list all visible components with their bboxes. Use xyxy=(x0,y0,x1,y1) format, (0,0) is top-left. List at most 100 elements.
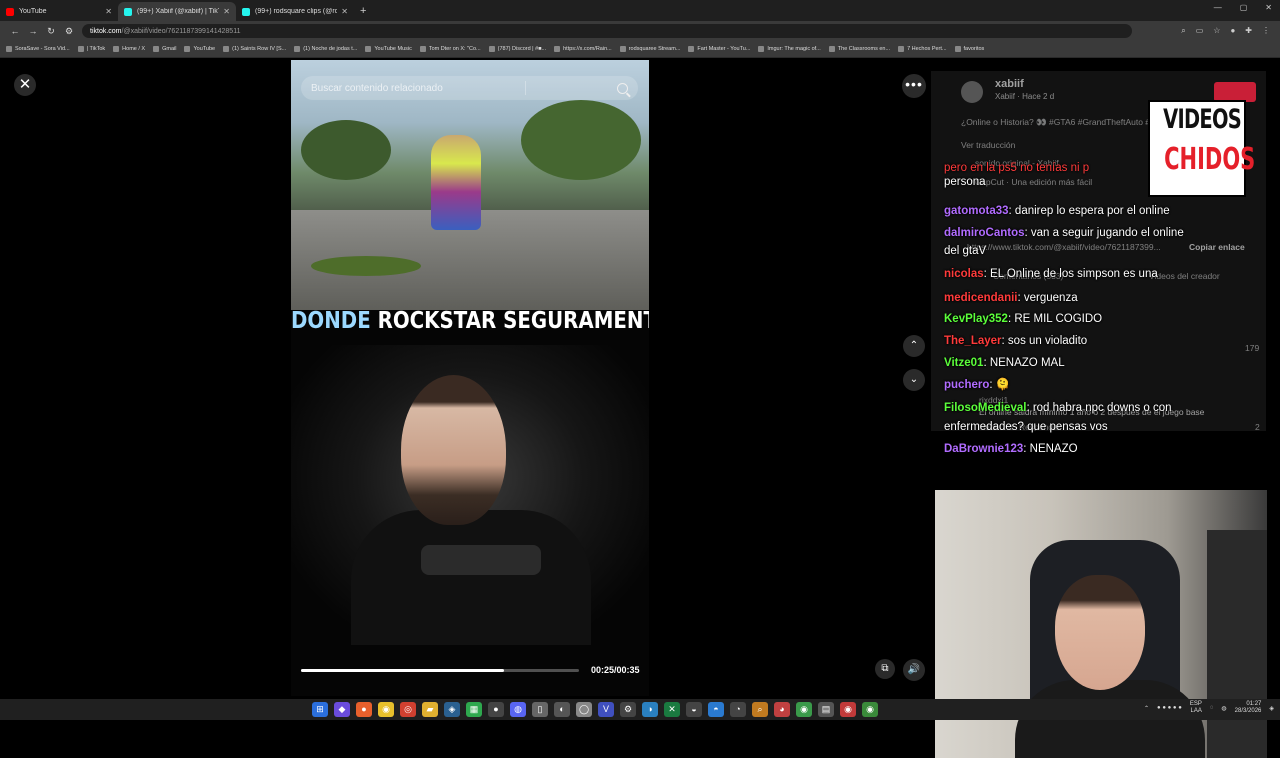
tab-title: (99+) Xabiif (@xabiif) | TikTok xyxy=(137,8,219,15)
bookmark-item[interactable]: (1) Saints Row IV [S... xyxy=(223,46,286,52)
bookmark-favicon-icon xyxy=(419,46,426,52)
firefox-icon[interactable]: ● xyxy=(356,702,372,717)
start-icon[interactable]: ⊞ xyxy=(312,702,328,717)
discord-icon[interactable]: ◍ xyxy=(510,702,526,717)
language-indicator[interactable]: ESP LAA xyxy=(1190,701,1202,715)
chat-text: persona xyxy=(944,176,986,188)
follow-button[interactable] xyxy=(1214,82,1256,102)
translate-link[interactable]: Ver traducción xyxy=(961,140,1015,150)
app-icon[interactable]: ◒ xyxy=(686,702,702,717)
extensions-puzzle-icon[interactable]: ✚ xyxy=(1245,26,1252,36)
bookmark-star-icon[interactable]: ☆ xyxy=(1213,26,1220,36)
chrome-profile-icon[interactable]: ◉ xyxy=(796,702,812,717)
bookmark-item[interactable]: (1) Noche de jodas t... xyxy=(294,46,357,52)
spreadsheet-icon[interactable]: ▦ xyxy=(466,702,482,717)
bookmark-item[interactable]: Tom Dter on X: "Co... xyxy=(419,46,481,52)
search-icon[interactable] xyxy=(616,82,628,94)
settings-icon[interactable]: ⚙ xyxy=(620,702,636,717)
bookmark-item[interactable]: Gmail xyxy=(153,46,176,52)
bookmark-item[interactable]: (787) Discord | #■... xyxy=(488,46,546,52)
chrome-icon[interactable]: ◉ xyxy=(378,702,394,717)
tab-tiktok-rodsquare[interactable]: (99+) rodsquare clips (@rodsq... ✕ xyxy=(236,2,354,21)
like-count: 179 xyxy=(1245,343,1260,353)
cast-icon[interactable]: ▭ xyxy=(1196,26,1204,36)
app-icon[interactable]: ◐ xyxy=(554,702,570,717)
file-explorer-icon[interactable]: ▰ xyxy=(422,702,438,717)
tab-tiktok-xabiif[interactable]: (99+) Xabiif (@xabiif) | TikTok ✕ xyxy=(118,2,236,21)
forward-icon[interactable]: → xyxy=(24,26,42,36)
network-icon[interactable]: ◌ xyxy=(1210,705,1214,711)
bookmark-item[interactable]: Home / X xyxy=(113,46,145,52)
app-icon[interactable]: ● xyxy=(488,702,504,717)
chat-username: Vitze01 xyxy=(944,357,984,369)
reload-icon[interactable]: ↻ xyxy=(42,26,60,37)
chat-text: : NENAZO MAL xyxy=(983,357,1065,369)
related-search-bar[interactable]: Buscar contenido relacionado xyxy=(301,76,638,100)
editor-icon[interactable]: V xyxy=(598,702,614,717)
notifications-icon[interactable]: ◈ xyxy=(1269,705,1274,712)
author-name[interactable]: xabiif xyxy=(995,78,1024,90)
xbox-icon[interactable]: ✕ xyxy=(664,702,680,717)
tray-icons[interactable]: ● ● ● ● ● xyxy=(1157,705,1182,711)
tab-close-icon[interactable]: ✕ xyxy=(341,7,348,16)
clock[interactable]: 01:27 28/3/2026 xyxy=(1235,701,1262,715)
bookmark-item[interactable]: https://x.com/Rain... xyxy=(554,46,612,52)
bookmark-item[interactable]: 7 Hechos Pert... xyxy=(898,46,947,52)
document-icon[interactable]: ▯ xyxy=(532,702,548,717)
new-tab-button[interactable]: + xyxy=(360,5,366,17)
zoom-icon[interactable]: ⌕ xyxy=(1181,26,1185,36)
close-video-button[interactable]: ✕ xyxy=(14,74,36,96)
tray-expand-icon[interactable]: ⌃ xyxy=(1144,705,1149,712)
bookmark-label: | TikTok xyxy=(86,46,106,52)
speaker-icon[interactable]: ◍ xyxy=(1221,705,1226,712)
bookmark-item[interactable]: SoraSave - Sora Vid... xyxy=(6,46,70,52)
bookmark-item[interactable]: Fart Master - YouTu... xyxy=(688,46,750,52)
bookmark-item[interactable]: The Classrooms en... xyxy=(828,46,890,52)
maximize-icon[interactable]: ▢ xyxy=(1240,3,1248,12)
bookmark-item[interactable]: Imgur: The magic of... xyxy=(758,46,821,52)
app-icon[interactable]: ◑ xyxy=(642,702,658,717)
app-icon[interactable]: ◔ xyxy=(730,702,746,717)
search-app-icon[interactable]: ⌕ xyxy=(752,702,768,717)
streamer-camera xyxy=(291,345,649,645)
video-progress-fill xyxy=(301,669,504,672)
previous-video-button[interactable]: ⌃ xyxy=(903,335,925,357)
picture-in-picture-button[interactable]: ⧉ xyxy=(875,659,895,679)
taskbar: ⊞ ◆ ● ◉ ◎ ▰ ◈ ▦ ● ◍ ▯ ◐ ◯ V ⚙ ◑ ✕ ◒ ◓ ◔ … xyxy=(0,699,1280,720)
bookmark-item[interactable]: favoritos xyxy=(954,46,984,52)
site-info-icon[interactable]: ⚙ xyxy=(60,26,78,37)
menu-icon[interactable]: ⋮ xyxy=(1262,26,1270,36)
back-icon[interactable]: ← xyxy=(6,26,24,36)
tab-close-icon[interactable]: ✕ xyxy=(223,7,230,16)
chrome-active-icon[interactable]: ◉ xyxy=(840,702,856,717)
tab-close-icon[interactable]: ✕ xyxy=(105,7,112,16)
bookmark-item[interactable]: YouTube Music xyxy=(365,46,412,52)
author-avatar[interactable] xyxy=(961,81,983,103)
minimize-icon[interactable]: — xyxy=(1214,3,1222,12)
bookmark-item[interactable]: rodsquaree Stream... xyxy=(619,46,680,52)
copilot-icon[interactable]: ◆ xyxy=(334,702,350,717)
chat-message: nicolas: EL Online de los simpson es una xyxy=(944,267,1158,281)
more-options-button[interactable]: ••• xyxy=(902,74,926,98)
obs-icon[interactable]: ◯ xyxy=(576,702,592,717)
close-window-icon[interactable]: ✕ xyxy=(1265,3,1272,12)
extension-icon[interactable]: ● xyxy=(1230,26,1235,36)
tab-creator-videos[interactable]: Videos del creador xyxy=(1149,271,1220,281)
app-icon[interactable]: ◎ xyxy=(400,702,416,717)
tab-youtube[interactable]: YouTube ✕ xyxy=(0,2,118,21)
app-icon[interactable]: ◕ xyxy=(774,702,790,717)
url-field[interactable]: tiktok.com /@xabiif/video/76211873991414… xyxy=(82,24,1132,38)
volume-button[interactable]: 🔊 xyxy=(903,659,925,681)
video-player[interactable]: Buscar contenido relacionado DONDE ROCKS… xyxy=(291,60,649,696)
capcut-link[interactable]: CapCut · Una edición más fácil xyxy=(975,177,1092,187)
edge-icon[interactable]: ◓ xyxy=(708,702,724,717)
copy-link-button[interactable]: Copiar enlace xyxy=(1189,242,1245,252)
chrome-green-icon[interactable]: ◉ xyxy=(862,702,878,717)
bookmark-item[interactable]: | TikTok xyxy=(77,46,106,52)
video-progress-bar[interactable] xyxy=(301,669,579,672)
next-video-button[interactable]: ⌄ xyxy=(903,369,925,391)
bookmark-label: YouTube xyxy=(193,46,216,52)
bookmark-item[interactable]: YouTube xyxy=(184,46,215,52)
terminal-icon[interactable]: ▤ xyxy=(818,702,834,717)
steam-icon[interactable]: ◈ xyxy=(444,702,460,717)
